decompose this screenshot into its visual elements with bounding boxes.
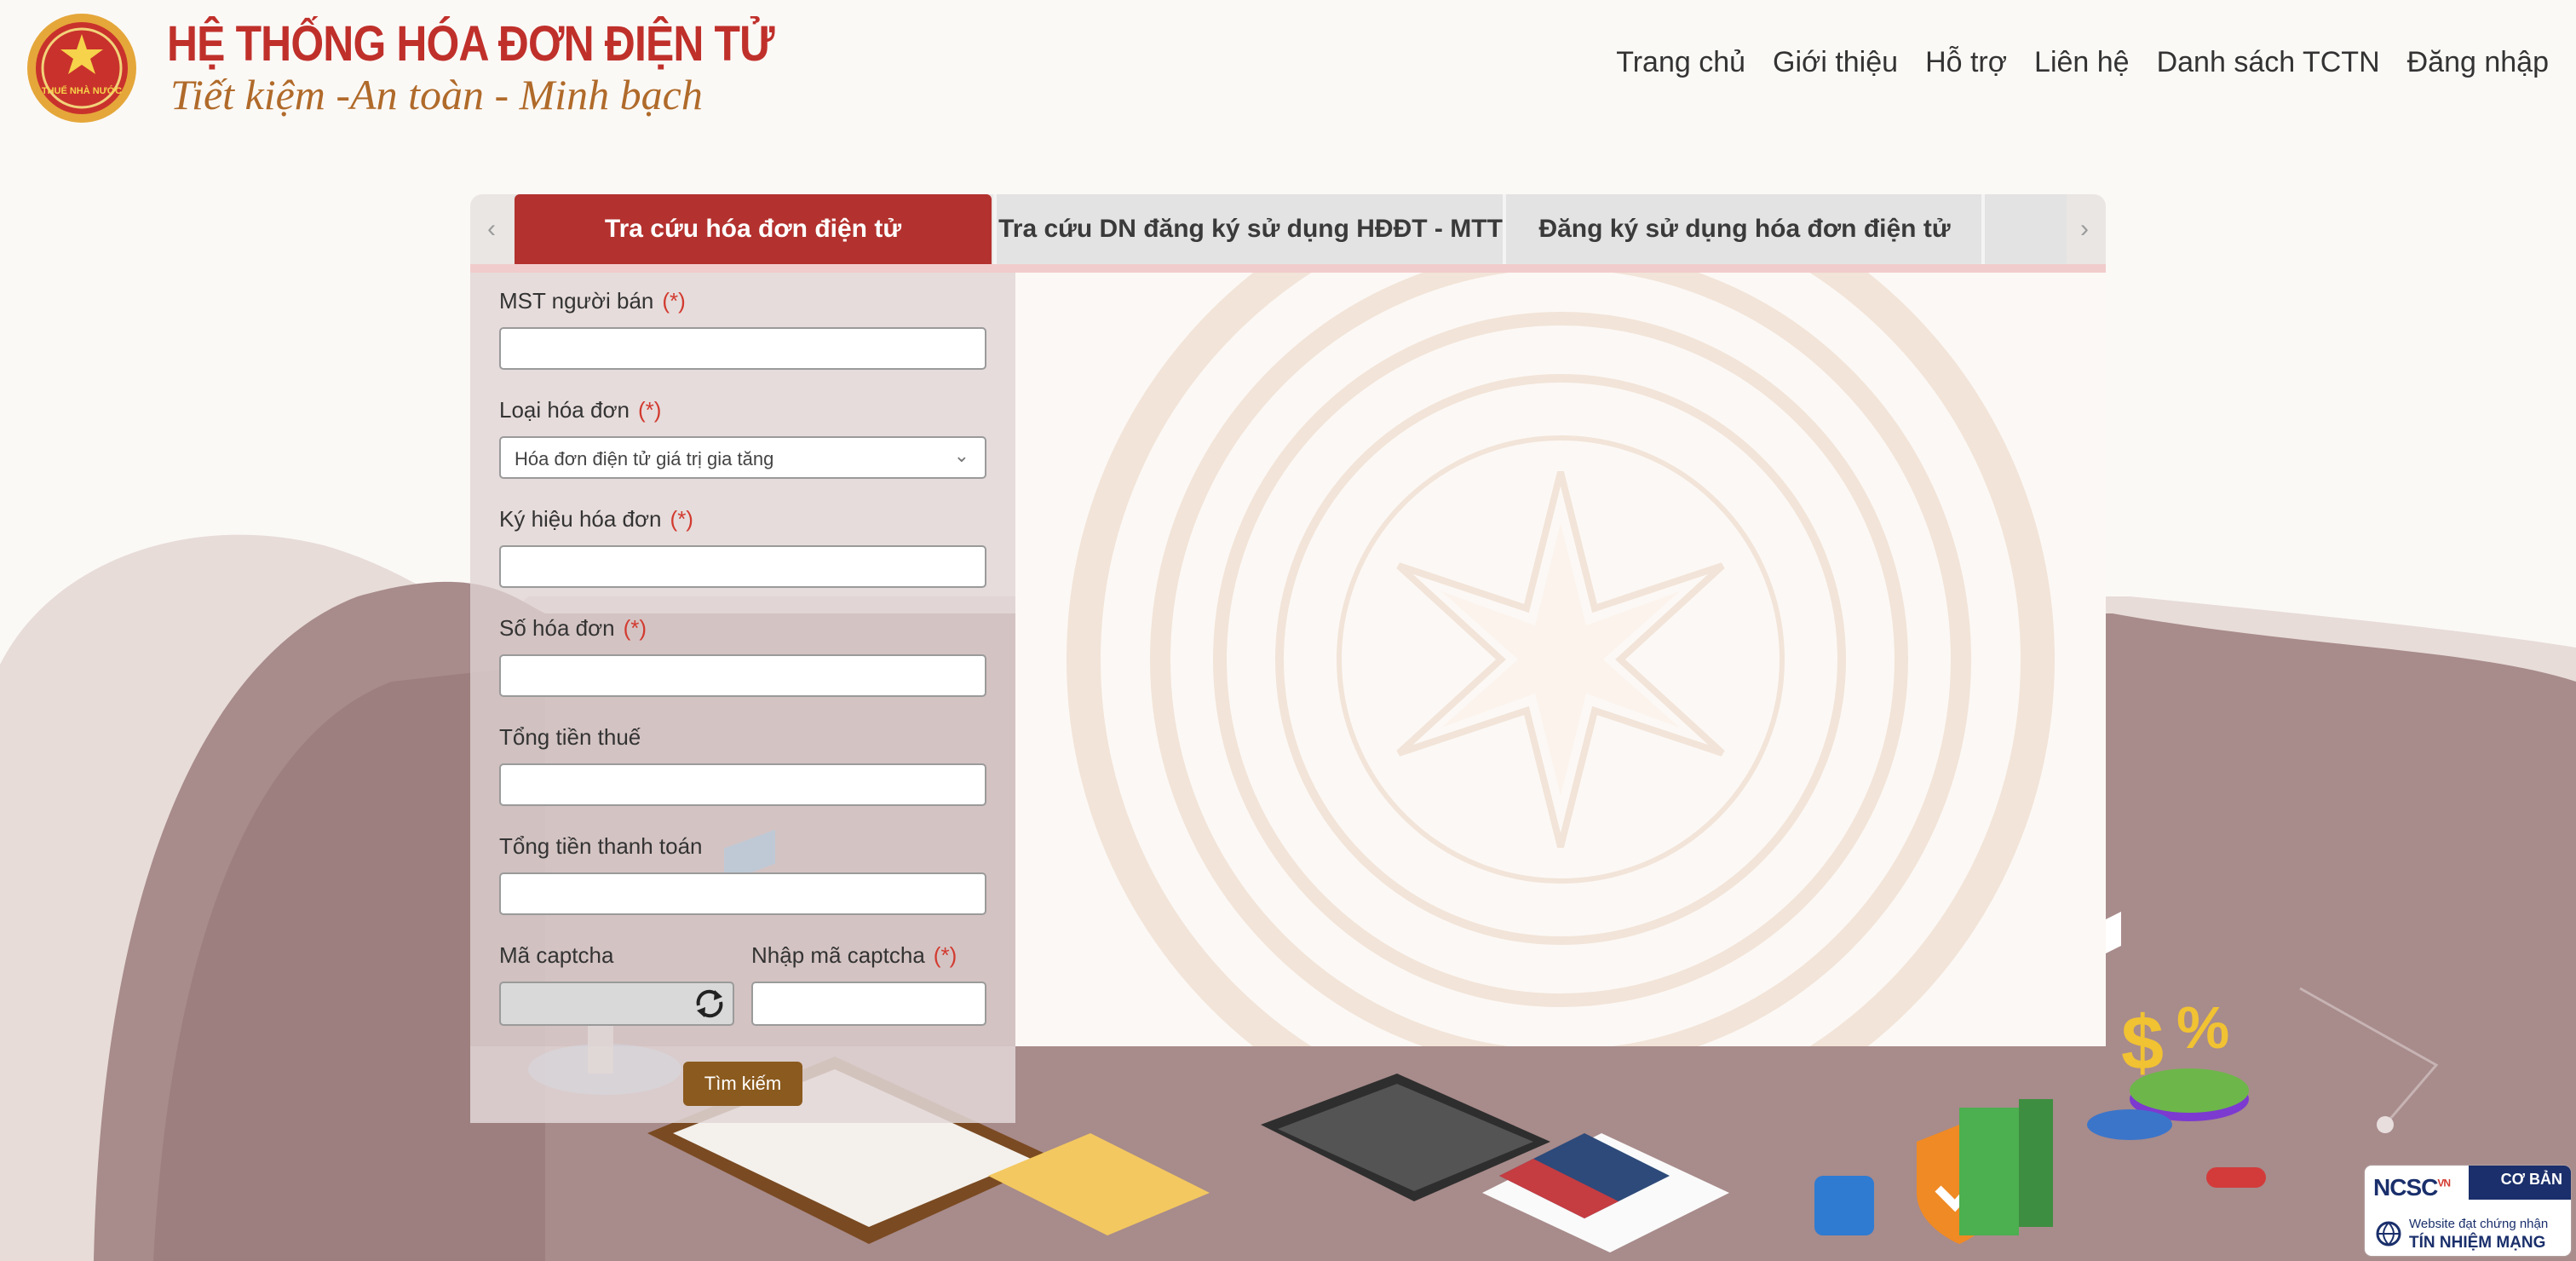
site-slogan: Tiết kiệm -An toàn - Minh bạch xyxy=(170,71,703,118)
nav-about[interactable]: Giới thiệu xyxy=(1773,46,1898,79)
chevron-down-icon: ⌄ xyxy=(953,445,969,466)
captcha-input-label: Nhập mã captcha (*) xyxy=(751,942,957,968)
invoice-type-value: Hóa đơn điện tử giá trị gia tăng xyxy=(515,448,774,469)
bronze-drum-pattern xyxy=(1067,273,2055,1046)
tab-underline xyxy=(470,264,2106,273)
tab-overflow[interactable] xyxy=(1981,194,2067,264)
site-title: HỆ THỐNG HÓA ĐƠN ĐIỆN TỬ xyxy=(167,16,775,72)
invoice-type-label: Loại hóa đơn (*) xyxy=(499,397,662,423)
seller-tax-code-label: MST người bán (*) xyxy=(499,288,686,314)
lookup-form: MST người bán (*) Loại hóa đơn (*) Hóa đơn… xyxy=(470,273,1015,1123)
form-footer: Tìm kiếm xyxy=(470,1046,1015,1123)
invoice-number-label: Số hóa đơn (*) xyxy=(499,615,647,641)
site-header: THUẾ NHÀ NƯỚC HỆ THỐNG HÓA ĐƠN ĐIỆN TỬ T… xyxy=(0,0,2576,136)
refresh-icon[interactable] xyxy=(692,987,727,1021)
invoice-symbol-label: Ký hiệu hóa đơn (*) xyxy=(499,506,693,532)
nav-contact[interactable]: Liên hệ xyxy=(2034,46,2130,79)
percent-decor: % xyxy=(2176,994,2229,1061)
total-payment-label: Tổng tiền thanh toán xyxy=(499,833,703,859)
badge-ncsc: NCSCVN xyxy=(2373,1174,2451,1201)
captcha-image xyxy=(499,982,734,1026)
captcha-input[interactable] xyxy=(751,982,986,1026)
badge-body: CƠ BẢN NCSCVN Website đạt chứng nhận TÍN… xyxy=(2365,1166,2571,1256)
result-area xyxy=(1015,273,2106,1046)
total-tax-label: Tổng tiền thuế xyxy=(499,724,641,750)
tab-prev-icon[interactable]: ‹ xyxy=(470,194,513,264)
nav-provider-list[interactable]: Danh sách TCTN xyxy=(2157,46,2380,79)
lookup-card: ‹ Tra cứu hóa đơn điện tử Tra cứu DN đăn… xyxy=(470,194,2106,1123)
badge-tier-strip: CƠ BẢN xyxy=(2469,1166,2571,1200)
nav-support[interactable]: Hỗ trợ xyxy=(1925,46,2007,79)
logo-text: THUẾ NHÀ NƯỚC xyxy=(42,85,122,96)
invoice-number-input[interactable] xyxy=(499,654,986,697)
main-nav: Trang chủ Giới thiệu Hỗ trợ Liên hệ Danh… xyxy=(1616,46,2549,79)
seller-tax-code-input[interactable] xyxy=(499,327,986,370)
search-button[interactable]: Tìm kiếm xyxy=(683,1062,802,1106)
nav-home[interactable]: Trang chủ xyxy=(1616,46,1745,79)
tabs-bar: ‹ Tra cứu hóa đơn điện tử Tra cứu DN đăn… xyxy=(470,194,2106,264)
tab-invoice-lookup[interactable]: Tra cứu hóa đơn điện tử xyxy=(515,194,992,264)
globe-icon xyxy=(2376,1221,2401,1247)
badge-main: TÍN NHIỆM MẠNG xyxy=(2409,1234,2546,1252)
tax-emblem-logo[interactable]: THUẾ NHÀ NƯỚC xyxy=(26,12,138,124)
total-tax-input[interactable] xyxy=(499,763,986,806)
nav-login[interactable]: Đăng nhập xyxy=(2407,46,2549,79)
dollar-decor: $ xyxy=(2121,1001,2164,1086)
tab-einvoice-registration[interactable]: Đăng ký sử dụng hóa đơn điện tử xyxy=(1503,194,1983,264)
captcha-label: Mã captcha xyxy=(499,942,614,968)
ncsc-trust-badge[interactable]: CƠ BẢN NCSCVN Website đạt chứng nhận TÍN… xyxy=(2365,1166,2571,1256)
tab-next-icon[interactable]: › xyxy=(2063,194,2106,264)
invoice-type-select[interactable]: Hóa đơn điện tử giá trị gia tăng ⌄ xyxy=(499,436,986,479)
invoice-symbol-input[interactable] xyxy=(499,545,986,588)
badge-sub: Website đạt chứng nhận xyxy=(2409,1217,2549,1231)
tab-mtt-registration-lookup[interactable]: Tra cứu DN đăng ký sử dụng HĐĐT - MTT xyxy=(993,194,1504,264)
badge-tier: CƠ BẢN xyxy=(2500,1171,2562,1188)
total-payment-input[interactable] xyxy=(499,872,986,915)
